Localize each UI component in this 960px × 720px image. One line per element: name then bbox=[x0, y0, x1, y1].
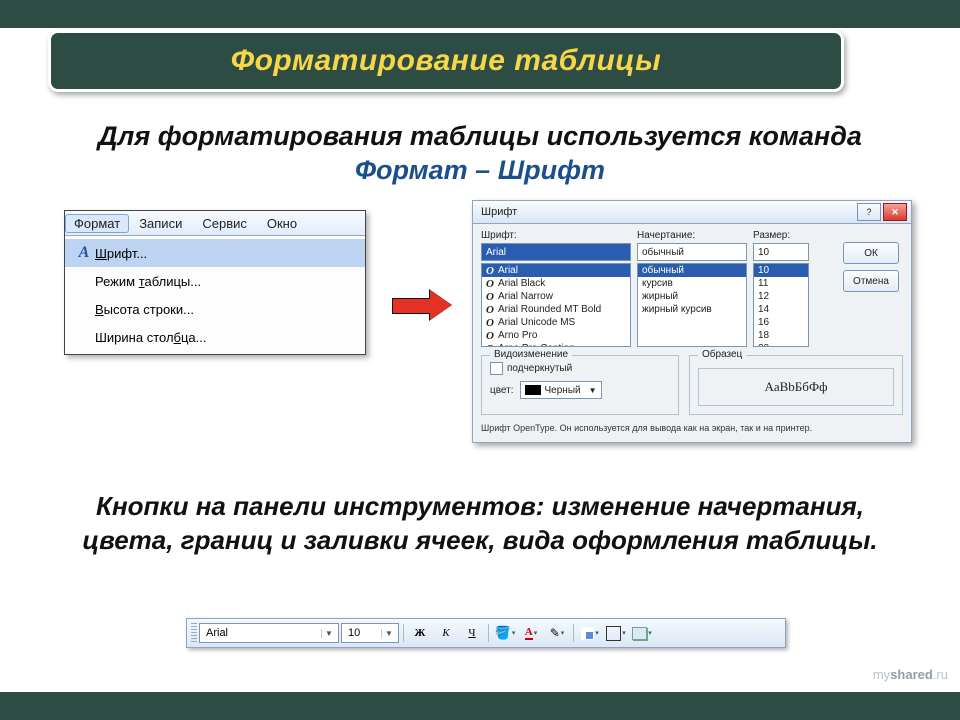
size-combo[interactable]: 10 ▼ bbox=[341, 623, 399, 643]
menu-item-row-height[interactable]: • Высота строки... bbox=[65, 295, 365, 323]
close-button[interactable]: ✕ bbox=[883, 203, 907, 221]
chevron-down-icon: ▼ bbox=[321, 629, 336, 638]
font-dialog: Шрифт ? ✕ Шрифт: Arial OArial OArial Bla… bbox=[472, 200, 912, 443]
menu-records[interactable]: Записи bbox=[129, 216, 192, 231]
cancel-button[interactable]: Отмена bbox=[843, 270, 899, 292]
watermark: myshared.ru bbox=[873, 667, 948, 682]
border-icon bbox=[606, 626, 621, 641]
dialog-titlebar: Шрифт ? ✕ bbox=[472, 200, 912, 223]
menu-item-col-width[interactable]: • Ширина столбца... bbox=[65, 323, 365, 351]
bottom-accent-bar bbox=[0, 692, 960, 720]
dialog-footnote: Шрифт OpenType. Он используется для выво… bbox=[481, 423, 903, 434]
chevron-down-icon: ▾ bbox=[534, 629, 538, 637]
chevron-down-icon: ▾ bbox=[512, 629, 516, 637]
size-label: Размер: bbox=[753, 230, 809, 241]
underline-checkbox[interactable]: подчеркнутый bbox=[490, 362, 670, 375]
gridlines-button[interactable]: ▾ bbox=[578, 622, 602, 644]
effects-group: Видоизменение подчеркнутый цвет: Черный … bbox=[481, 355, 679, 415]
separator bbox=[403, 624, 404, 642]
menu-item-label: Высота строки... bbox=[95, 302, 353, 317]
lead-accent: Формат – Шрифт bbox=[355, 155, 605, 185]
menu-item-label: Режим таблицы... bbox=[95, 274, 353, 289]
menu-item-label: Ширина столбца... bbox=[95, 330, 353, 345]
font-label: Шрифт: bbox=[481, 230, 631, 241]
menu-item-datasheet[interactable]: • Режим таблицы... bbox=[65, 267, 365, 295]
font-color-button[interactable]: A▾ bbox=[519, 622, 543, 644]
pencil-icon: ✎ bbox=[550, 626, 560, 641]
special-effect-button[interactable]: ▾ bbox=[630, 622, 654, 644]
menu-item-label: Шрифт... bbox=[95, 246, 353, 261]
chevron-down-icon: ▼ bbox=[381, 629, 396, 638]
grid-icon bbox=[581, 627, 594, 640]
checkbox-icon bbox=[490, 362, 503, 375]
chevron-down-icon: ▾ bbox=[622, 629, 626, 637]
style-list[interactable]: обычный курсив жирный жирный курсив bbox=[637, 263, 747, 347]
menu-item-font[interactable]: A Шрифт... bbox=[65, 239, 365, 267]
top-accent-bar bbox=[0, 0, 960, 28]
ok-button[interactable]: ОК bbox=[843, 242, 899, 264]
dialog-title: Шрифт bbox=[481, 206, 855, 218]
second-paragraph: Кнопки на панели инструментов: изменение… bbox=[60, 490, 900, 558]
color-select[interactable]: Черный ▼ bbox=[520, 381, 602, 399]
effect-icon bbox=[632, 627, 647, 640]
menu-bar: Формат Записи Сервис Окно bbox=[65, 211, 365, 236]
lead-paragraph: Для форматирования таблицы используется … bbox=[60, 120, 900, 188]
font-input[interactable]: Arial bbox=[481, 243, 631, 261]
size-list[interactable]: 10 11 12 14 16 18 20 bbox=[753, 263, 809, 347]
sample-group: Образец AaBbБбФф bbox=[689, 355, 903, 415]
line-color-button[interactable]: ✎▾ bbox=[545, 622, 569, 644]
menu-tools[interactable]: Сервис bbox=[192, 216, 257, 231]
bucket-icon: 🪣 bbox=[495, 625, 511, 641]
formatting-toolbar: Arial ▼ 10 ▼ Ж К Ч 🪣▾ A▾ ✎▾ ▾ ▾ ▾ bbox=[186, 618, 786, 648]
style-label: Начертание: bbox=[637, 230, 747, 241]
italic-button[interactable]: К bbox=[434, 622, 458, 644]
color-swatch-icon bbox=[525, 385, 541, 395]
menu-window[interactable]: Окно bbox=[257, 216, 307, 231]
sample-preview: AaBbБбФф bbox=[698, 368, 894, 406]
chevron-down-icon: ▾ bbox=[561, 629, 565, 637]
help-button[interactable]: ? bbox=[857, 203, 881, 221]
font-glyph-icon: A bbox=[73, 244, 95, 262]
menu-format[interactable]: Формат bbox=[65, 214, 129, 233]
toolbar-grip-icon bbox=[191, 623, 197, 643]
arrow-icon bbox=[392, 290, 456, 320]
slide-title-box: Форматирование таблицы bbox=[48, 30, 844, 92]
chevron-down-icon: ▾ bbox=[595, 629, 599, 637]
font-combo[interactable]: Arial ▼ bbox=[199, 623, 339, 643]
bold-button[interactable]: Ж bbox=[408, 622, 432, 644]
menu-screenshot: Формат Записи Сервис Окно A Шрифт... • Р… bbox=[64, 210, 366, 355]
fill-color-button[interactable]: 🪣▾ bbox=[493, 622, 517, 644]
separator bbox=[573, 624, 574, 642]
style-input[interactable]: обычный bbox=[637, 243, 747, 261]
chevron-down-icon: ▾ bbox=[648, 629, 652, 637]
font-color-icon: A bbox=[525, 626, 533, 640]
color-label: цвет: bbox=[490, 385, 514, 396]
underline-button[interactable]: Ч bbox=[460, 622, 484, 644]
size-input[interactable]: 10 bbox=[753, 243, 809, 261]
slide-title: Форматирование таблицы bbox=[231, 44, 662, 78]
font-list[interactable]: OArial OArial Black OArial Narrow OArial… bbox=[481, 263, 631, 347]
separator bbox=[488, 624, 489, 642]
chevron-down-icon: ▼ bbox=[589, 386, 597, 395]
borders-button[interactable]: ▾ bbox=[604, 622, 628, 644]
